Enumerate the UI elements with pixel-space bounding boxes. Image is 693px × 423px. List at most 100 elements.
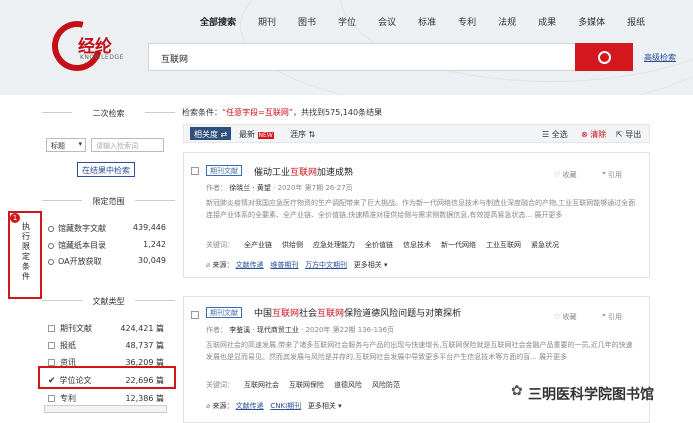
nav-all[interactable]: 全部搜索 xyxy=(198,15,247,28)
scope-item[interactable]: OA开放获取 30,049 xyxy=(48,256,166,267)
divider xyxy=(145,112,175,113)
radio-icon xyxy=(48,242,54,249)
compass-icon: ⌀ xyxy=(206,261,211,269)
checkbox-icon xyxy=(48,395,55,402)
cond-prefix: 检索条件： xyxy=(182,108,222,117)
type-count: 12,386 篇 xyxy=(125,394,164,403)
nav-law[interactable]: 法规 xyxy=(487,15,527,28)
doc-type-item[interactable]: 专利 12,386 篇 xyxy=(48,393,164,404)
source-link[interactable]: 文献传递 xyxy=(236,261,264,269)
sort-bar: 相关度 ⇄ 最新 NEW 涯序 ⇅ ☰ 全选 ⊗ 清除 ⇱ 导出 xyxy=(183,124,650,143)
result-abstract: 互联网社会的高速发展,带来了诸多互联网社会服务与产品的出现与快速增长,互联网保险… xyxy=(206,341,633,361)
author-label: 作者： xyxy=(206,326,227,334)
clear-button[interactable]: ⊗ 清除 xyxy=(581,129,606,140)
cond-suffix: ，共找到575,140条结果 xyxy=(293,108,383,117)
pub-date: · 2020年 第7期 26-27页 xyxy=(273,184,353,192)
title-part: 中国 xyxy=(254,309,273,319)
result-checkbox[interactable] xyxy=(191,167,199,175)
scope-item[interactable]: 馆藏数字文献 439,446 xyxy=(48,223,166,234)
search-in-results-button[interactable]: 在结果中检索 xyxy=(77,162,135,177)
scope-item[interactable]: 馆藏纸本目录 1,242 xyxy=(48,240,166,251)
main-search-input[interactable]: 互联网 xyxy=(148,43,576,71)
sort-newest[interactable]: 最新 NEW xyxy=(239,129,274,140)
result-checkbox[interactable] xyxy=(191,311,199,319)
logo-subtext: KNOWLEDGE xyxy=(80,54,124,61)
result-title[interactable]: 中国互联网社会互联网保险道德风险问题与对策探析 xyxy=(254,306,461,319)
sidebar-scrollbar[interactable] xyxy=(44,405,167,413)
advanced-search-link[interactable]: 高级检索 xyxy=(644,52,676,63)
source-label: 来源： xyxy=(212,261,234,269)
doc-type-title: 文献类型 xyxy=(92,297,125,306)
select-all-button[interactable]: ☰ 全选 xyxy=(542,129,568,140)
annotation-text: 执行限定条件 xyxy=(22,222,30,281)
nav-multimedia[interactable]: 多媒体 xyxy=(567,15,616,28)
scope-label: 馆藏纸本目录 xyxy=(58,241,106,250)
nav-degree[interactable]: 学位 xyxy=(327,15,367,28)
doc-type-item[interactable]: 期刊文献 424,421 篇 xyxy=(48,323,164,334)
keyword[interactable]: 应急处理能力 xyxy=(313,241,355,249)
sources: ⌀ 来源： 文献传递 CNKI期刊 更多相关 ▾ xyxy=(206,401,342,411)
keyword[interactable]: 工业互联网 xyxy=(486,241,521,249)
keyword[interactable]: 信息技术 xyxy=(403,241,431,249)
search-icon xyxy=(597,50,611,64)
nav-newspaper[interactable]: 报纸 xyxy=(616,15,656,28)
annotation-box-degree xyxy=(38,366,176,389)
keyword[interactable]: 紧急状况 xyxy=(531,241,559,249)
nav-achievement[interactable]: 成果 xyxy=(527,15,567,28)
title-part: 保险道德风险问题与对策探析 xyxy=(344,309,462,319)
keyword[interactable]: 风险防范 xyxy=(372,381,400,389)
source-link[interactable]: 文献传递 xyxy=(236,402,264,410)
nav-book[interactable]: 图书 xyxy=(287,15,327,28)
source-link[interactable]: 维普期刊 xyxy=(270,261,298,269)
cite-button[interactable]: ❞ 引用 xyxy=(602,170,622,180)
sources: ⌀ 来源： 文献传递 维普期刊 万方中文期刊 更多相关 ▾ xyxy=(206,260,388,270)
scope-title: 限定范围 xyxy=(92,197,125,206)
doc-type-item[interactable]: 报纸 48,737 篇 xyxy=(48,340,164,351)
divider xyxy=(42,112,72,113)
divider xyxy=(42,300,82,301)
type-label: 期刊文献 xyxy=(60,324,92,333)
more-related[interactable]: 更多相关 ▾ xyxy=(354,261,388,269)
source-link[interactable]: CNKI期刊 xyxy=(270,402,301,410)
logo[interactable]: 经纶 KNOWLEDGE xyxy=(40,11,150,81)
nav-patent[interactable]: 专利 xyxy=(447,15,487,28)
keyword-placeholder: 请输入检索词 xyxy=(96,142,138,150)
title-highlight: 互联网 xyxy=(317,309,345,319)
favorite-button[interactable]: ♡ 收藏 xyxy=(554,312,577,322)
wechat-icon: ✿ xyxy=(511,383,523,399)
cite-button[interactable]: ❞ 引用 xyxy=(602,312,622,322)
nav-conference[interactable]: 会议 xyxy=(367,15,407,28)
keyword[interactable]: 道德风险 xyxy=(334,381,362,389)
keyword[interactable]: 供给侧 xyxy=(282,241,303,249)
keyword-input[interactable]: 请输入检索词 xyxy=(91,138,164,152)
sort-order[interactable]: 涯序 ⇅ xyxy=(290,129,315,140)
field-select[interactable]: 标题 xyxy=(46,138,86,152)
result-card: 期刊文献 催动工业互联网加速成熟 ♡ 收藏 ❞ 引用 作者： 徐晓兰 · 黄望 … xyxy=(183,152,650,278)
sort-relevance[interactable]: 相关度 ⇄ xyxy=(190,127,232,140)
favorite-button[interactable]: ♡ 收藏 xyxy=(554,170,577,180)
title-part: 催动工业 xyxy=(254,168,291,178)
radio-icon xyxy=(48,225,54,232)
nav-journal[interactable]: 期刊 xyxy=(247,15,287,28)
keyword[interactable]: 互联网保险 xyxy=(289,381,324,389)
author-label: 作者： xyxy=(206,184,227,192)
watermark-text: 三明医科学院图书馆 xyxy=(528,387,654,403)
title-highlight: 互联网 xyxy=(272,309,300,319)
source-link[interactable]: 万方中文期刊 xyxy=(305,261,347,269)
type-label: 报纸 xyxy=(60,341,76,350)
divider xyxy=(42,200,82,201)
search-button[interactable] xyxy=(575,43,633,71)
keywords: 关键词： 互联网社会 互联网保险 道德风险 风险防范 xyxy=(206,380,400,390)
keyword[interactable]: 互联网社会 xyxy=(244,381,279,389)
keyword[interactable]: 全价值链 xyxy=(365,241,393,249)
result-title[interactable]: 催动工业互联网加速成熟 xyxy=(254,165,353,178)
scope-label: 馆藏数字文献 xyxy=(58,224,106,233)
keyword[interactable]: 全产业链 xyxy=(244,241,272,249)
nav-standard[interactable]: 标准 xyxy=(407,15,447,28)
more-related[interactable]: 更多相关 ▾ xyxy=(308,402,342,410)
result-abstract: 新冠肺炎疫情对我国应急医疗物资的生产调配带来了巨大挑战。作为新一代网络信息技术与… xyxy=(206,199,636,219)
keyword[interactable]: 新一代网络 xyxy=(441,241,476,249)
checkbox-icon xyxy=(48,325,55,332)
export-button[interactable]: ⇱ 导出 xyxy=(616,129,641,140)
authors: 徐晓兰 · 黄望 xyxy=(229,184,271,192)
